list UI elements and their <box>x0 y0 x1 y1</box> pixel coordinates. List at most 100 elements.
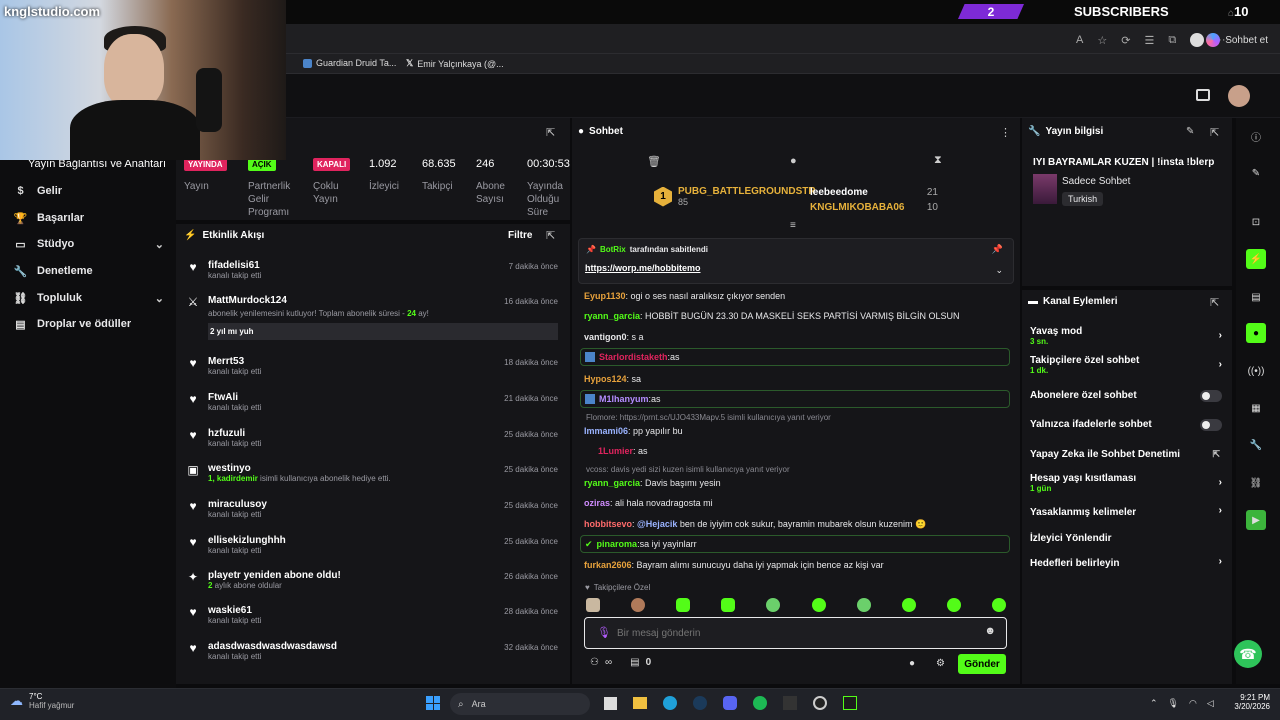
favorite-star-icon[interactable]: ☆ <box>1097 34 1107 47</box>
media-icon[interactable]: ▶ <box>1246 510 1266 530</box>
chat-bubble-icon[interactable]: ● <box>909 658 915 669</box>
popout-icon[interactable]: ⇱ <box>546 229 555 242</box>
emoji-icon[interactable]: ☻ <box>984 625 996 637</box>
feed-item[interactable]: ♥ Merrt53 kanalı takip etti 18 dakika önc… <box>186 356 558 382</box>
microphone-icon[interactable]: 🎙 <box>597 626 611 639</box>
chevron-up-icon[interactable]: ⌃ <box>1150 698 1158 709</box>
sidebar-item-drops[interactable]: ▤ Droplar ve ödüller <box>14 313 164 335</box>
edit-icon[interactable]: ✎ <box>1186 126 1194 137</box>
emote-icon[interactable] <box>586 598 600 612</box>
chat-user[interactable]: M1lhanyum <box>599 394 649 404</box>
chat-message[interactable]: vantigon0: s a <box>584 332 1010 342</box>
feed-item[interactable]: ♥ ellisekizlunghhh kanalı takip etti 25 d… <box>186 535 558 561</box>
edit-icon[interactable]: ✎ <box>1246 163 1266 183</box>
emote-icon[interactable] <box>721 598 736 612</box>
chat-message[interactable]: ryann_garcia: HOBBİT BUGÜN 23.30 DA MASK… <box>584 311 1010 321</box>
chat-message[interactable]: furkan2606: Bayram alımı sunucuyu daha i… <box>584 560 1010 570</box>
info-icon[interactable]: ⓘ <box>1246 126 1266 146</box>
pin-icon[interactable]: 📌 <box>992 244 1003 255</box>
users-icon[interactable]: ⚇ <box>590 657 599 668</box>
bookmark-1[interactable]: Guardian Druid Ta... <box>303 58 396 68</box>
avatar[interactable] <box>1228 85 1250 107</box>
chat-message[interactable]: Immami06: pp yapılır bu <box>584 426 1010 436</box>
feed-filter-button[interactable]: Filtre <box>508 230 532 241</box>
action-raid[interactable]: İzleyici Yönlendir <box>1030 533 1226 547</box>
gift-icon[interactable]: ▤ <box>630 657 639 668</box>
read-aloud-icon[interactable]: A <box>1076 34 1083 46</box>
extensions-icon[interactable]: ⟳ <box>1121 34 1130 47</box>
bolt-icon[interactable]: ⚡ <box>1246 249 1266 269</box>
bookmark-2[interactable]: 𝕏 Emir Yalçınkaya (@... <box>406 58 504 69</box>
pinned-link[interactable]: https://worp.me/hobbitemo <box>585 263 701 273</box>
chat-bubble-icon[interactable]: ● <box>1246 323 1266 343</box>
sidebar-item-studio[interactable]: ▭ Stüdyo ⌄ <box>14 233 164 255</box>
volume-icon[interactable]: ◁ <box>1207 698 1214 709</box>
action-slow-mode[interactable]: Yavaş mod 3 sn. › <box>1030 326 1226 350</box>
chat-message[interactable]: 1Lumier: as <box>584 446 1010 456</box>
spotify-icon[interactable] <box>753 696 767 710</box>
link-icon[interactable]: ⛓ <box>1246 473 1266 493</box>
chat-user[interactable]: 1Lumier <box>598 446 633 456</box>
chat-user[interactable]: Starlordistaketh <box>599 352 668 362</box>
clock[interactable]: 9:21 PM 3/20/2026 <box>1224 693 1270 711</box>
send-button[interactable]: Gönder <box>958 654 1006 674</box>
chat-menu-icon[interactable]: ⋮ <box>1000 126 1011 139</box>
favorites-icon[interactable]: ☰ <box>1144 34 1154 47</box>
copilot-chat-button[interactable]: Sohbet et <box>1206 33 1268 47</box>
taskbar-search[interactable]: ⌕ Ara <box>450 693 590 715</box>
sidebar-item-moderation[interactable]: 🔧 Denetleme <box>14 260 164 282</box>
chat-user[interactable]: Immami06 <box>584 426 628 436</box>
action-subscribers-only[interactable]: Abonelere özel sohbet <box>1030 390 1226 404</box>
emote-icon[interactable] <box>946 598 961 612</box>
feed-item[interactable]: ▣ westinyo 1, kadirdemir isimli kullanıcı… <box>186 463 558 489</box>
feed-item[interactable]: ♥ adasdwasdwasdwasdawsd kanalı takip etti… <box>186 641 558 667</box>
popout-icon[interactable]: ⇱ <box>1210 126 1219 139</box>
profile-icon[interactable] <box>1190 33 1205 47</box>
hourglass-icon[interactable]: ⧗ <box>934 154 942 167</box>
document-icon[interactable]: ▤ <box>1246 287 1266 307</box>
gear-icon[interactable]: ⚙ <box>936 658 945 669</box>
chat-user[interactable]: vantigon0 <box>584 332 627 342</box>
steam-icon[interactable] <box>693 696 707 710</box>
action-ai-moderation[interactable]: Yapay Zeka ile Sohbet Denetimi ⇱ <box>1030 449 1226 463</box>
chat-user[interactable]: furkan2606 <box>584 560 632 570</box>
action-followers-only[interactable]: Takipçilere özel sohbet 1 dk. › <box>1030 355 1226 379</box>
infinity-icon[interactable]: ∞ <box>605 657 612 668</box>
feed-item[interactable]: ♥ waskie61 kanalı takip etti 28 dakika ön… <box>186 605 558 631</box>
collections-icon[interactable]: ⧉ <box>1168 34 1176 47</box>
sidebar-item-achievements[interactable]: 🏆 Başarılar <box>14 207 164 229</box>
toggle-switch[interactable] <box>1200 419 1222 431</box>
wrench-icon[interactable]: 🔧 <box>1246 435 1266 455</box>
chat-mention[interactable]: @Hejacik <box>637 519 677 529</box>
action-account-age[interactable]: Hesap yaşı kısıtlaması 1 gün › <box>1030 473 1226 497</box>
action-set-goals[interactable]: Hedefleri belirleyin › <box>1030 556 1226 572</box>
chat-user[interactable]: ryann_garcia <box>584 478 640 488</box>
chat-user[interactable]: Hypos124 <box>584 374 627 384</box>
app-icon[interactable] <box>783 696 797 710</box>
chat-message[interactable]: Eyup1130: ogi o ses nasıl aralıksız çıkı… <box>584 291 1010 301</box>
chat-user[interactable]: hobbitsevo <box>584 519 632 529</box>
chat-message[interactable]: M1lhanyum: as <box>580 390 1010 408</box>
feed-item[interactable]: ⚔ MattMurdock124 abonelik yenilemesini k… <box>186 295 558 345</box>
emote-icon[interactable] <box>856 598 871 612</box>
broadcast-icon[interactable]: ((•)) <box>1246 361 1266 381</box>
trash-icon[interactable]: 🗑 <box>647 155 661 168</box>
capture-icon[interactable]: ⊡ <box>1246 212 1266 232</box>
discord-icon[interactable] <box>723 696 737 710</box>
edge-icon[interactable] <box>663 696 677 710</box>
feed-item[interactable]: ♥ FtwAli kanalı takip etti 21 dakika önce <box>186 392 558 418</box>
file-explorer-icon[interactable] <box>633 697 647 709</box>
action-emotes-only[interactable]: Yalnızca ifadelerle sohbet <box>1030 419 1226 433</box>
chat-message[interactable]: ✔ pinaroma: sa iyi yayinlarr <box>580 535 1010 553</box>
windows-start-icon[interactable] <box>426 696 440 710</box>
terminal-icon[interactable] <box>843 696 857 710</box>
collapse-icon[interactable]: ≡ <box>790 220 796 231</box>
weather-widget[interactable]: ☁ 7°C Hafif yağmur <box>10 692 74 710</box>
obs-icon[interactable] <box>813 696 827 710</box>
microphone-icon[interactable]: 🎙 <box>1168 698 1179 709</box>
emote-icon[interactable] <box>766 598 781 612</box>
layout-icon[interactable]: ▦ <box>1246 398 1266 418</box>
sidebar-item-community[interactable]: ⛓ Topluluk ⌄ <box>14 287 164 309</box>
feed-item[interactable]: ♥ hzfuzuli kanalı takip etti 25 dakika ön… <box>186 428 558 454</box>
chat-message[interactable]: Starlordistaketh: as <box>580 348 1010 366</box>
